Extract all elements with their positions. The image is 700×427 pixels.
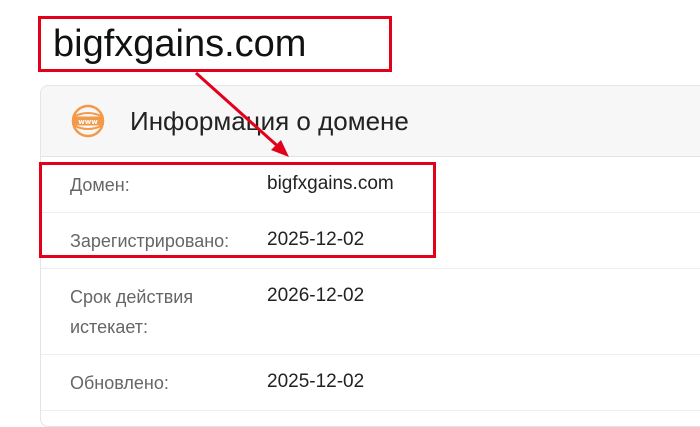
row-label-line: истекает:: [70, 317, 149, 337]
card-title: Информация о домене: [130, 106, 409, 136]
row-updated: Обновлено: 2025-12-02: [41, 355, 700, 411]
row-label: Обновлено:: [70, 373, 169, 393]
row-label: Срок действия истекает:: [70, 282, 193, 342]
card-header: www Информация о домене: [41, 86, 700, 157]
row-label-line: Срок действия: [70, 287, 194, 307]
domain-annotation-label: bigfxgains.com: [38, 16, 392, 72]
row-expires: Срок действия истекает: 2026-12-02: [41, 269, 700, 355]
row-value: 2026-12-02: [267, 285, 365, 306]
www-icon: www: [71, 104, 105, 138]
highlight-box: [39, 162, 436, 258]
row-value: 2025-12-02: [267, 371, 365, 392]
svg-text:www: www: [78, 118, 98, 126]
